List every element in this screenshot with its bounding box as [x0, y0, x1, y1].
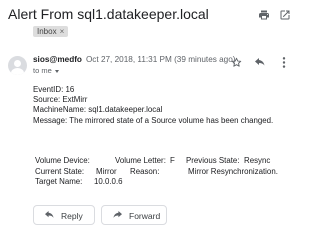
volume-letter-label: Volume Letter:	[115, 156, 166, 165]
previous-state-value: Resync	[244, 156, 271, 165]
avatar	[8, 56, 27, 75]
forward-button-label: Forward	[129, 211, 161, 221]
label-text: Inbox	[37, 27, 57, 36]
reason-label: Reason:	[130, 166, 160, 176]
reply-icon[interactable]	[254, 58, 266, 68]
forward-button[interactable]: Forward	[101, 205, 167, 225]
print-icon[interactable]	[258, 9, 270, 21]
recipient-line[interactable]: to me	[33, 66, 59, 75]
previous-state-label: Previous State:	[186, 156, 240, 165]
reply-button[interactable]: Reply	[33, 205, 95, 225]
reply-button-label: Reply	[61, 211, 83, 221]
chevron-down-icon[interactable]	[54, 69, 59, 73]
inbox-label-chip[interactable]: Inbox ×	[33, 26, 69, 37]
current-state-label: Current State:	[35, 166, 85, 176]
recipient-text: to me	[33, 66, 52, 75]
volume-device-label: Volume Device:	[35, 156, 90, 165]
forward-icon	[112, 211, 123, 220]
reason-value: Mirror Resynchronization.	[188, 166, 278, 176]
body-line-machine-name: MachineName: sql1.datakeeper.local	[33, 105, 163, 115]
body-line-message: Message: The mirrored state of a Source …	[33, 115, 274, 125]
volume-letter-value: F	[170, 156, 175, 165]
body-line-source: Source: ExtMirr	[33, 95, 88, 105]
email-body: EventID: 16 Source: ExtMirr MachineName:…	[33, 85, 273, 126]
target-name-label: Target Name:	[35, 177, 83, 187]
remove-label-icon[interactable]: ×	[60, 27, 65, 36]
open-in-new-icon[interactable]	[279, 9, 291, 21]
sender-line: sios@medfo Oct 27, 2018, 11:31 PM (39 min…	[33, 55, 236, 64]
reply-icon	[44, 211, 55, 220]
body-line-event-id: EventID: 16	[33, 85, 75, 94]
current-state-value: Mirror	[96, 166, 117, 176]
more-vert-icon[interactable]	[282, 57, 286, 68]
email-date: Oct 27, 2018, 11:31 PM (39 minutes ago)	[85, 55, 236, 64]
email-subject: Alert From sql1.datakeeper.local	[8, 6, 209, 22]
sender-name[interactable]: sios@medfo	[33, 55, 82, 64]
star-icon[interactable]	[231, 57, 242, 68]
target-name-value: 10.0.0.6	[94, 177, 123, 187]
